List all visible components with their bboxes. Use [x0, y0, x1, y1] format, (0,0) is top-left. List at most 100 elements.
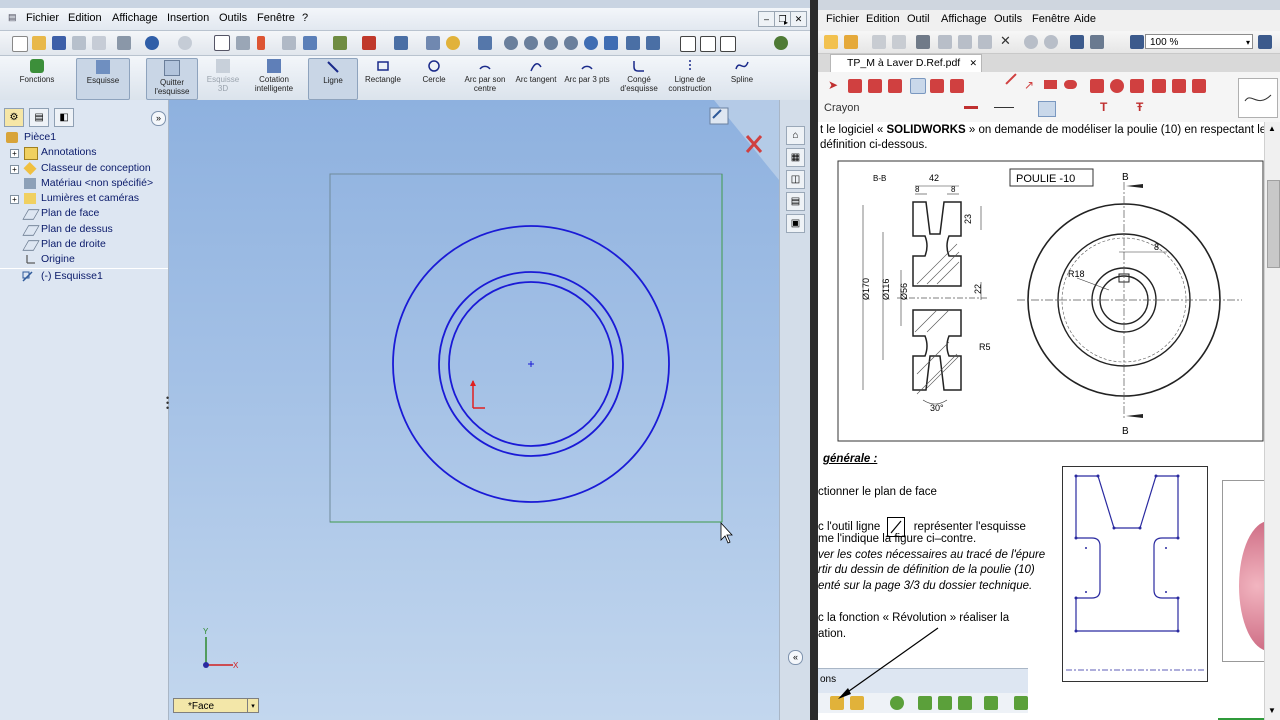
sketch-canvas[interactable]: Y X [169, 100, 779, 720]
app-menu-icon[interactable]: ▤ [8, 12, 17, 23]
grid-icon[interactable] [1090, 35, 1104, 49]
menu-help[interactable]: ? [302, 12, 308, 24]
pointer-icon[interactable]: ➤ [828, 78, 838, 92]
expand-panel-icon[interactable]: » [151, 111, 166, 126]
line-tool-icon[interactable] [1005, 73, 1017, 85]
cut-icon[interactable] [938, 35, 952, 49]
tree-node-plan-face[interactable]: Plan de face [0, 206, 168, 221]
addin-icon[interactable] [774, 36, 788, 50]
display-style-icon[interactable] [646, 36, 660, 50]
print-icon[interactable] [72, 36, 86, 50]
menu-fichier[interactable]: Fichier [826, 13, 859, 25]
more-tools-icon[interactable] [1192, 79, 1206, 93]
collapse-pane-icon[interactable]: « [788, 650, 803, 665]
save-as-icon[interactable] [892, 35, 906, 49]
measure-icon[interactable] [1152, 79, 1166, 93]
hand-icon[interactable] [868, 79, 882, 93]
tree-node-lumieres[interactable]: + Lumières et caméras [0, 191, 168, 206]
menu-edition[interactable]: Edition [866, 13, 900, 25]
copy-icon[interactable] [958, 35, 972, 49]
highlighter-icon[interactable] [930, 79, 944, 93]
scroll-down-icon[interactable]: ▼ [1268, 706, 1276, 715]
attach-icon[interactable] [1130, 79, 1144, 93]
tree-node-plan-dessus[interactable]: Plan de dessus [0, 222, 168, 237]
tab-feature-tree[interactable]: ⚙ [4, 108, 24, 127]
design-library-icon[interactable]: ◫ [786, 170, 805, 189]
redo-icon[interactable] [178, 36, 192, 50]
esquisse-button[interactable]: Esquisse [76, 58, 130, 100]
restore-icon[interactable]: ❐ [774, 11, 791, 27]
new-doc-icon[interactable] [824, 35, 838, 49]
exit-sketch-corner-icon[interactable] [709, 107, 729, 125]
window2-icon[interactable] [700, 36, 716, 52]
paste-icon[interactable] [978, 35, 992, 49]
menu-fenetre[interactable]: Fenêtre [257, 12, 295, 24]
text-strike-icon[interactable]: Ŧ [1136, 100, 1143, 114]
fonctions-button[interactable]: Fonctions [14, 58, 60, 98]
esquisse-3d-button[interactable]: Esquisse 3D [201, 58, 245, 98]
rectangle-tool-icon[interactable] [1044, 80, 1057, 89]
ligne-button[interactable]: Ligne [308, 58, 358, 100]
wand-icon[interactable] [478, 36, 492, 50]
tab-configuration[interactable]: ◧ [54, 108, 75, 127]
chevron-down-icon[interactable]: ▾ [247, 699, 258, 712]
delete-icon[interactable]: ✕ [1000, 33, 1011, 49]
cotation-button[interactable]: Cotation intelligente [250, 58, 298, 98]
menu-aide[interactable]: Aide [1074, 13, 1096, 25]
smooth-line-icon[interactable] [1038, 101, 1056, 117]
line-style-icon[interactable] [994, 107, 1014, 108]
ellipse-tool-icon[interactable] [1064, 80, 1077, 89]
window3-icon[interactable] [720, 36, 736, 52]
new-icon[interactable] [12, 36, 28, 52]
rectangle-button[interactable]: Rectangle [362, 58, 404, 98]
stamp-icon[interactable] [950, 79, 964, 93]
rotate-icon[interactable] [584, 36, 598, 50]
close-tab-icon[interactable]: ✕ [969, 55, 977, 72]
comment-icon[interactable] [1110, 79, 1124, 93]
tree-node-piece[interactable]: Pièce1 [0, 130, 168, 145]
box-icon[interactable] [362, 36, 376, 50]
menu-outils[interactable]: Outils [994, 13, 1022, 25]
zoom-fit-icon[interactable] [504, 36, 518, 50]
resources-icon[interactable]: ▦ [786, 148, 805, 167]
grid-icon[interactable] [282, 36, 296, 50]
tool-icon[interactable] [333, 36, 347, 50]
view-icon[interactable] [303, 36, 317, 50]
window1-icon[interactable] [680, 36, 696, 52]
document-tab[interactable]: TP_M à Laver D.Ref.pdf ✕ [830, 54, 982, 72]
select2-icon[interactable] [236, 36, 250, 50]
expand-icon[interactable]: + [10, 164, 19, 174]
select-icon[interactable] [214, 35, 230, 51]
table-icon[interactable] [426, 36, 440, 50]
tree-node-materiau[interactable]: Matériau <non spécifié> [0, 176, 168, 191]
arc-centre-button[interactable]: Arc par son centre [462, 58, 508, 98]
zoom-area-icon[interactable] [524, 36, 538, 50]
vertical-scrollbar[interactable]: ▲ ▼ [1264, 122, 1280, 720]
scroll-arrow-icon[interactable]: ▸ [784, 18, 788, 27]
zoom-out-icon[interactable] [1130, 35, 1144, 49]
menu-edition[interactable]: Edition [68, 12, 102, 24]
menu-fichier[interactable]: Fichier [26, 12, 59, 24]
tree-node-origine[interactable]: Origine [0, 252, 168, 267]
freehand-preview[interactable] [1238, 78, 1278, 118]
expand-icon[interactable]: + [10, 195, 19, 205]
save-icon[interactable] [872, 35, 886, 49]
graphics-area[interactable]: Y X [169, 100, 779, 720]
conge-button[interactable]: Congé d'esquisse [617, 58, 661, 98]
view-orient-icon[interactable] [626, 36, 640, 50]
options-icon[interactable] [92, 36, 106, 50]
quitter-esquisse-button[interactable]: Quitter l'esquisse [146, 58, 198, 100]
open-icon[interactable] [844, 35, 858, 49]
link-icon[interactable] [1090, 79, 1104, 93]
undo-icon[interactable] [1024, 35, 1038, 49]
circle-center-point[interactable] [528, 361, 534, 367]
home-icon[interactable]: ⌂ [786, 126, 805, 145]
tree-node-classeur[interactable]: + Classeur de conception [0, 161, 168, 176]
cercle-button[interactable]: Cercle [416, 58, 452, 98]
text-tool-icon[interactable] [1172, 79, 1186, 93]
arrow-tool-icon[interactable]: ↗ [1024, 78, 1034, 92]
save-icon[interactable] [52, 36, 66, 50]
close-icon[interactable]: ✕ [790, 11, 807, 27]
find-icon[interactable] [1070, 35, 1084, 49]
eraser-icon[interactable] [888, 79, 902, 93]
